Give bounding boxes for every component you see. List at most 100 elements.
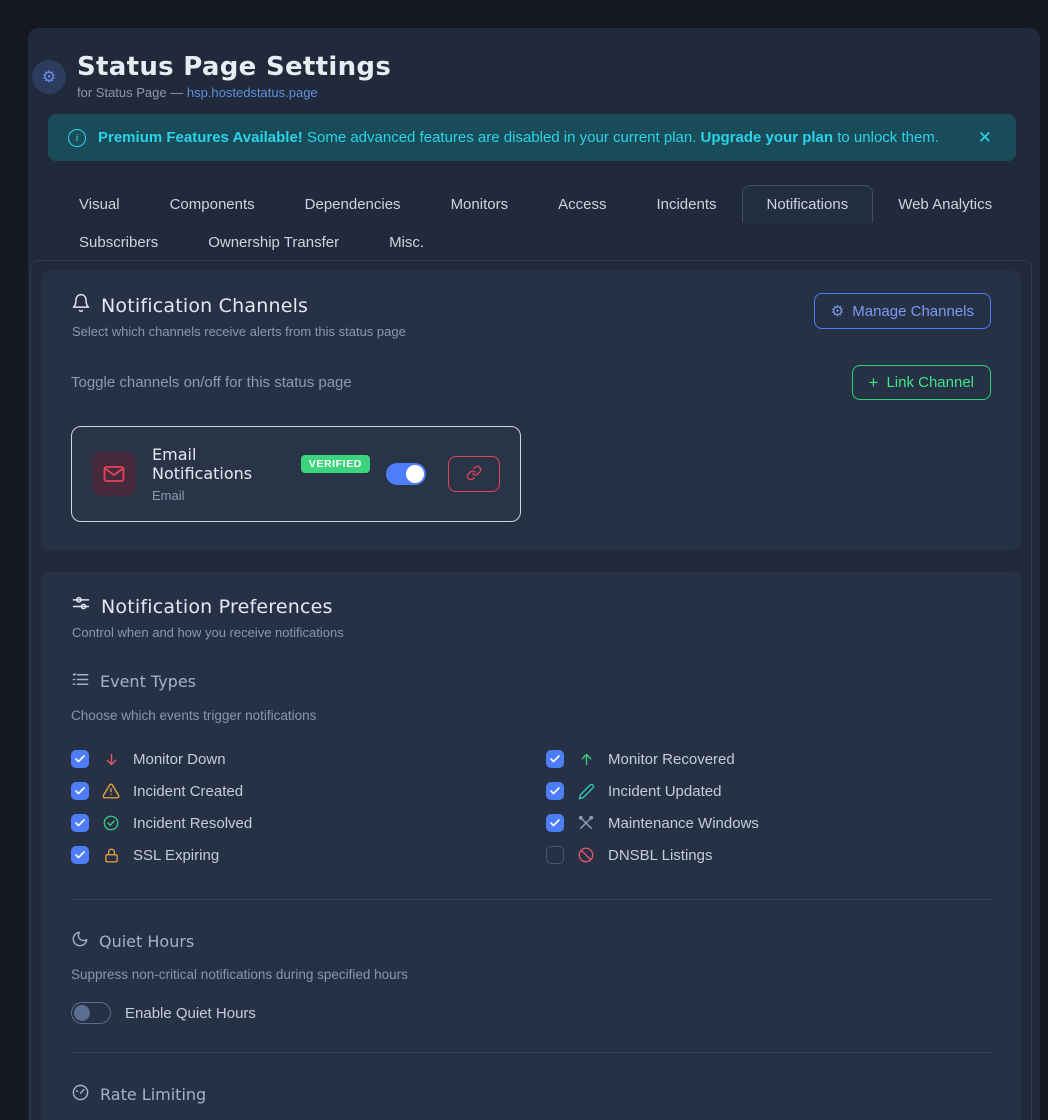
subtitle-text: for Status Page —	[77, 85, 187, 100]
notification-channels-card: Notification Channels Select which chann…	[41, 271, 1021, 550]
event-type-row-incident-created[interactable]: Incident Created	[71, 775, 516, 807]
notification-preferences-card: Notification Preferences Control when an…	[41, 572, 1021, 1120]
event-type-row-ssl-expiring[interactable]: SSL Expiring	[71, 839, 516, 871]
tab-incidents[interactable]: Incidents	[631, 185, 741, 223]
checkbox[interactable]	[546, 782, 564, 800]
section-divider	[71, 899, 991, 900]
tab-ownership-transfer[interactable]: Ownership Transfer	[183, 223, 364, 261]
tab-access[interactable]: Access	[533, 185, 631, 223]
pencil-icon	[577, 783, 595, 800]
moon-icon	[71, 930, 89, 952]
event-label: Incident Created	[133, 783, 243, 800]
gear-icon: ⚙	[831, 302, 844, 320]
info-icon: i	[68, 129, 86, 147]
warning-triangle-icon	[102, 782, 120, 800]
sliders-icon	[71, 594, 91, 619]
page-title: Status Page Settings	[77, 52, 391, 82]
quiet-hours-title-text: Quiet Hours	[99, 932, 194, 951]
lock-icon	[102, 847, 120, 864]
link-channel-button[interactable]: + Link Channel	[852, 365, 992, 400]
status-page-link[interactable]: hsp.hostedstatus.page	[187, 85, 318, 100]
event-label: SSL Expiring	[133, 847, 219, 864]
preferences-subtitle: Control when and how you receive notific…	[72, 625, 991, 640]
notifications-tab-panel: Notification Channels Select which chann…	[30, 260, 1032, 1120]
checkbox[interactable]	[71, 814, 89, 832]
rate-limiting-title-text: Rate Limiting	[100, 1085, 206, 1104]
event-types-heading: Event Types	[71, 670, 991, 693]
event-label: Maintenance Windows	[608, 815, 759, 832]
tab-dependencies[interactable]: Dependencies	[280, 185, 426, 223]
page-header: ⚙ Status Page Settings for Status Page —…	[28, 28, 1040, 100]
checkbox[interactable]	[71, 846, 89, 864]
settings-tabs: VisualComponentsDependenciesMonitorsAcce…	[54, 185, 1032, 261]
event-type-row-incident-resolved[interactable]: Incident Resolved	[71, 807, 516, 839]
tools-icon	[577, 814, 595, 832]
event-type-row-monitor-down[interactable]: Monitor Down	[71, 743, 516, 775]
banner-suffix-text: to unlock them.	[833, 129, 939, 146]
manage-channels-label: Manage Channels	[852, 303, 974, 320]
gauge-icon	[71, 1083, 90, 1106]
quiet-hours-subtitle: Suppress non-critical notifications duri…	[71, 967, 991, 982]
checkbox[interactable]	[71, 782, 89, 800]
channel-type: Email	[152, 488, 370, 503]
arrow-down-icon	[102, 751, 120, 768]
event-type-row-dnsbl-listings[interactable]: DNSBL Listings	[546, 839, 991, 871]
tab-web-analytics[interactable]: Web Analytics	[873, 185, 1017, 223]
channels-subtitle: Select which channels receive alerts fro…	[72, 324, 814, 339]
email-channel-card: Email Notifications VERIFIED Email	[71, 426, 521, 522]
tab-misc[interactable]: Misc.	[364, 223, 449, 261]
unlink-channel-button[interactable]	[448, 456, 500, 492]
email-icon	[92, 452, 136, 496]
quiet-hours-toggle-label: Enable Quiet Hours	[125, 1005, 256, 1022]
link-chain-icon	[466, 465, 482, 484]
channels-title-text: Notification Channels	[101, 295, 308, 317]
banner-text: Premium Features Available! Some advance…	[98, 129, 939, 146]
plus-icon: +	[869, 374, 879, 391]
verified-badge: VERIFIED	[301, 455, 370, 473]
channels-section-title: Notification Channels	[71, 293, 814, 318]
settings-gear-icon: ⚙	[32, 60, 66, 94]
banner-close-icon[interactable]: ✕	[974, 125, 996, 150]
event-type-row-monitor-recovered[interactable]: Monitor Recovered	[546, 743, 991, 775]
tab-subscribers[interactable]: Subscribers	[54, 223, 183, 261]
event-type-row-incident-updated[interactable]: Incident Updated	[546, 775, 991, 807]
link-channel-label: Link Channel	[886, 374, 974, 391]
page-subtitle: for Status Page — hsp.hostedstatus.page	[77, 85, 391, 100]
event-label: Incident Updated	[608, 783, 721, 800]
arrow-up-icon	[577, 751, 595, 768]
manage-channels-button[interactable]: ⚙ Manage Channels	[814, 293, 991, 329]
upgrade-plan-link[interactable]: Upgrade your plan	[701, 129, 834, 146]
toggle-knob	[74, 1005, 90, 1021]
event-label: Monitor Down	[133, 751, 226, 768]
section-divider	[71, 1052, 991, 1053]
prohibited-icon	[577, 846, 595, 864]
checkbox[interactable]	[546, 750, 564, 768]
event-type-row-maintenance-windows[interactable]: Maintenance Windows	[546, 807, 991, 839]
event-label: Monitor Recovered	[608, 751, 735, 768]
event-label: DNSBL Listings	[608, 847, 713, 864]
tab-components[interactable]: Components	[145, 185, 280, 223]
checkbox[interactable]	[546, 814, 564, 832]
premium-banner: i Premium Features Available! Some advan…	[48, 114, 1016, 161]
tab-notifications[interactable]: Notifications	[742, 185, 874, 223]
event-label: Incident Resolved	[133, 815, 252, 832]
bell-icon	[71, 293, 91, 318]
check-circle-icon	[102, 814, 120, 832]
toggle-knob	[406, 465, 424, 483]
list-icon	[71, 670, 90, 693]
banner-middle-text: Some advanced features are disabled in y…	[303, 129, 701, 146]
toggle-channels-hint: Toggle channels on/off for this status p…	[71, 374, 852, 391]
quiet-hours-toggle[interactable]	[71, 1002, 111, 1024]
checkbox[interactable]	[546, 846, 564, 864]
event-types-grid: Monitor Down Monitor Recovered Incident Cr…	[71, 743, 991, 871]
tab-visual[interactable]: Visual	[54, 185, 145, 223]
channel-name: Email Notifications	[152, 445, 291, 483]
settings-window: ⚙ Status Page Settings for Status Page —…	[28, 28, 1040, 1120]
preferences-title-text: Notification Preferences	[101, 596, 333, 618]
quiet-hours-heading: Quiet Hours	[71, 930, 991, 952]
checkbox[interactable]	[71, 750, 89, 768]
tab-monitors[interactable]: Monitors	[426, 185, 534, 223]
event-types-title-text: Event Types	[100, 672, 196, 691]
rate-limiting-heading: Rate Limiting	[71, 1083, 991, 1106]
email-channel-toggle[interactable]	[386, 463, 426, 485]
